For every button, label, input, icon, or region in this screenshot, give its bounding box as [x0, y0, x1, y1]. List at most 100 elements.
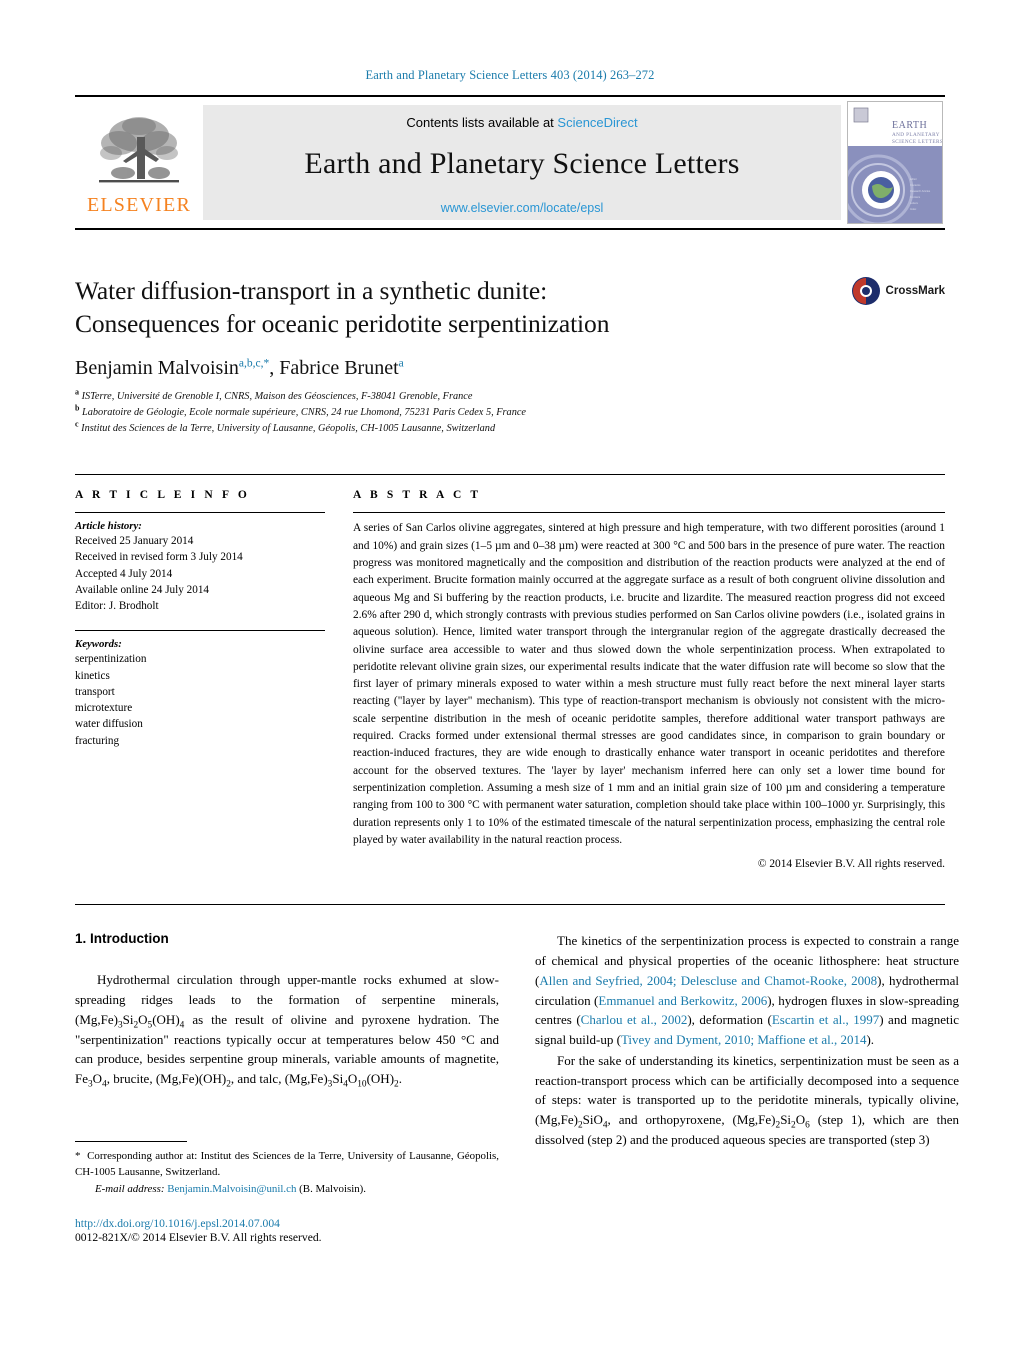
intro-text-part: Si	[122, 1011, 134, 1027]
journal-article-page: Earth and Planetary Science Letters 403 …	[0, 0, 1020, 1351]
citation-link[interactable]: Tivey and Dyment, 2010; Maffione et al.,…	[621, 1032, 867, 1047]
running-head: Earth and Planetary Science Letters 403 …	[365, 68, 655, 82]
crossmark-icon	[851, 277, 880, 305]
intro-text-part: SiO	[582, 1112, 603, 1128]
journal-cover-thumbnail[interactable]: EARTH AND PLANETARY SCIENCE LETTERS Edit…	[847, 101, 943, 224]
intro-paragraph-right-2: For the sake of understanding its kineti…	[535, 1051, 959, 1150]
svg-text:Letters: Letters	[910, 201, 919, 205]
journal-band: Contents lists available at ScienceDirec…	[203, 105, 841, 220]
article-history-label: Article history:	[75, 520, 142, 533]
intro-paragraph-right-1: The kinetics of the serpentinization pro…	[535, 931, 959, 1050]
abstract-copyright: © 2014 Elsevier B.V. All rights reserved…	[757, 858, 945, 871]
title-block: CrossMark Water diffusion-transport in a…	[75, 274, 945, 436]
author-separator: ,	[269, 357, 280, 380]
email-address-label: E-mail address:	[95, 1182, 165, 1195]
svg-text:AND PLANETARY: AND PLANETARY	[892, 132, 940, 138]
keywords-block: Keywords: serpentinization kinetics tran…	[75, 630, 325, 748]
elsevier-logo: ELSEVIER	[75, 97, 203, 228]
journal-homepage-link[interactable]: www.elsevier.com/locate/epsl	[441, 201, 604, 215]
intro-text-part: , brucite, (Mg,Fe)(OH)	[106, 1071, 227, 1087]
elsevier-tree-icon	[99, 116, 179, 182]
footnote-rule	[75, 1140, 187, 1142]
article-info-heading: A R T I C L E I N F O	[75, 489, 250, 502]
keywords-label: Keywords:	[75, 638, 122, 651]
citation-link[interactable]: Charlou et al., 2002	[581, 1012, 688, 1027]
body-columns: 1. Introduction Hydrothermal circulation…	[75, 904, 959, 1244]
affiliation-item: c Institut des Sciences de la Terre, Uni…	[75, 419, 945, 437]
intro-text-part: .	[398, 1071, 402, 1087]
affiliation-text: ISTerre, Université de Grenoble I, CNRS,…	[81, 391, 473, 403]
elsevier-wordmark: ELSEVIER	[86, 193, 192, 216]
affiliation-item: a ISTerre, Université de Grenoble I, CNR…	[75, 388, 945, 405]
intro-paragraph-left: Hydrothermal circulation through upper-m…	[75, 970, 499, 1089]
author-2-affil-mark: a	[398, 357, 404, 370]
keyword-item: transport	[75, 685, 115, 698]
corresponding-author-footnote: * Corresponding author at: Institut des …	[75, 1148, 499, 1181]
article-history-item: Received 25 January 2014	[75, 535, 194, 548]
doi-link[interactable]: http://dx.doi.org/10.1016/j.epsl.2014.07…	[75, 1217, 499, 1230]
keyword-item: fracturing	[75, 734, 120, 747]
journal-masthead: ELSEVIER Contents lists available at Sci…	[75, 95, 945, 230]
footnote-area: * Corresponding author at: Institut des …	[75, 1140, 499, 1244]
doi-block: http://dx.doi.org/10.1016/j.epsl.2014.07…	[75, 1217, 499, 1244]
author-1-affil-marks: a,b,c,	[238, 357, 264, 370]
subscript: 10	[357, 1079, 367, 1090]
section-title-introduction: 1. Introduction	[75, 931, 169, 947]
intro-text-part: , and orthopyroxene, (Mg,Fe)	[607, 1112, 776, 1128]
svg-text:EARTH: EARTH	[892, 120, 927, 131]
intro-text-part: , and talc, (Mg,Fe)	[230, 1071, 328, 1087]
issn-copyright-line: 0012-821X/© 2014 Elsevier B.V. All right…	[75, 1231, 322, 1245]
contents-prefix: Contents lists available at	[406, 115, 558, 130]
article-title: Water diffusion-transport in a synthetic…	[75, 274, 715, 340]
svg-text:Index: Index	[910, 207, 917, 211]
affiliation-item: b Laboratoire de Géologie, Ecole normale…	[75, 403, 945, 421]
body-left-column: 1. Introduction Hydrothermal circulation…	[75, 931, 499, 1244]
info-abstract-region: A R T I C L E I N F O Article history: R…	[75, 474, 945, 870]
author-name-1: Benjamin Malvoisin	[75, 357, 239, 380]
author-list: Benjamin Malvoisina,b,c,*, Fabrice Brune…	[75, 357, 945, 380]
affiliation-list: a ISTerre, Université de Grenoble I, CNR…	[75, 388, 945, 437]
article-info-column: A R T I C L E I N F O Article history: R…	[75, 489, 325, 870]
citation-link[interactable]: Allen and Seyfried, 2004; Delescluse and…	[539, 973, 877, 988]
article-history-item: Accepted 4 July 2014	[75, 567, 173, 580]
citation-link[interactable]: Escartin et al., 1997	[772, 1012, 879, 1027]
abstract-heading: A B S T R A C T	[353, 489, 482, 502]
intro-text-part: ).	[866, 1032, 875, 1048]
crossmark-badge[interactable]: CrossMark	[851, 276, 945, 306]
cover-artwork-icon: EARTH AND PLANETARY SCIENCE LETTERS Edit…	[848, 102, 942, 223]
affiliation-mark: b	[75, 403, 80, 413]
intro-text-part: O	[92, 1071, 103, 1087]
affiliation-text: Laboratoire de Géologie, Ecole normale s…	[82, 406, 526, 418]
citation-link[interactable]: Emmanuel and Berkowitz, 2006	[598, 993, 767, 1008]
keywords-rule	[75, 630, 325, 632]
sciencedirect-link[interactable]: ScienceDirect	[557, 115, 637, 130]
svg-text:SCIENCE LETTERS: SCIENCE LETTERS	[892, 139, 942, 145]
article-title-line2: Consequences for oceanic peridotite serp…	[75, 309, 610, 339]
svg-text:Research Articles: Research Articles	[910, 189, 931, 193]
article-history-item: Editor: J. Brodholt	[75, 600, 159, 613]
author-name-2: Fabrice Brunet	[279, 357, 399, 380]
keyword-item: kinetics	[75, 669, 110, 682]
svg-text:Frontiers: Frontiers	[910, 195, 921, 199]
intro-text-part: O	[795, 1112, 806, 1128]
intro-text-part: ), deformation (	[687, 1012, 772, 1028]
affiliation-mark: c	[75, 419, 79, 429]
contents-available-line: Contents lists available at ScienceDirec…	[406, 115, 637, 130]
footnote-star: *	[75, 1149, 81, 1162]
article-history-item: Received in revised form 3 July 2014	[75, 551, 243, 564]
email-owner: (B. Malvoisin).	[299, 1182, 367, 1195]
article-history-item: Available online 24 July 2014	[75, 583, 210, 596]
affiliation-text: Institut des Sciences de la Terre, Unive…	[81, 422, 496, 434]
intro-text-part: Si	[332, 1071, 344, 1087]
keyword-item: serpentinization	[75, 653, 147, 666]
article-title-line1: Water diffusion-transport in a synthetic…	[75, 276, 548, 305]
intro-text-part: (OH)	[152, 1011, 180, 1027]
abstract-column: A B S T R A C T A series of San Carlos o…	[353, 489, 945, 870]
crossmark-label: CrossMark	[885, 285, 945, 297]
intro-text-part: Si	[780, 1112, 792, 1128]
article-info-rule	[75, 512, 325, 514]
keyword-item: microtexture	[75, 702, 133, 715]
email-footnote: E-mail address: Benjamin.Malvoisin@unil.…	[75, 1181, 499, 1197]
intro-text-part: O	[347, 1071, 358, 1087]
email-address-link[interactable]: Benjamin.Malvoisin@unil.ch	[167, 1183, 296, 1195]
